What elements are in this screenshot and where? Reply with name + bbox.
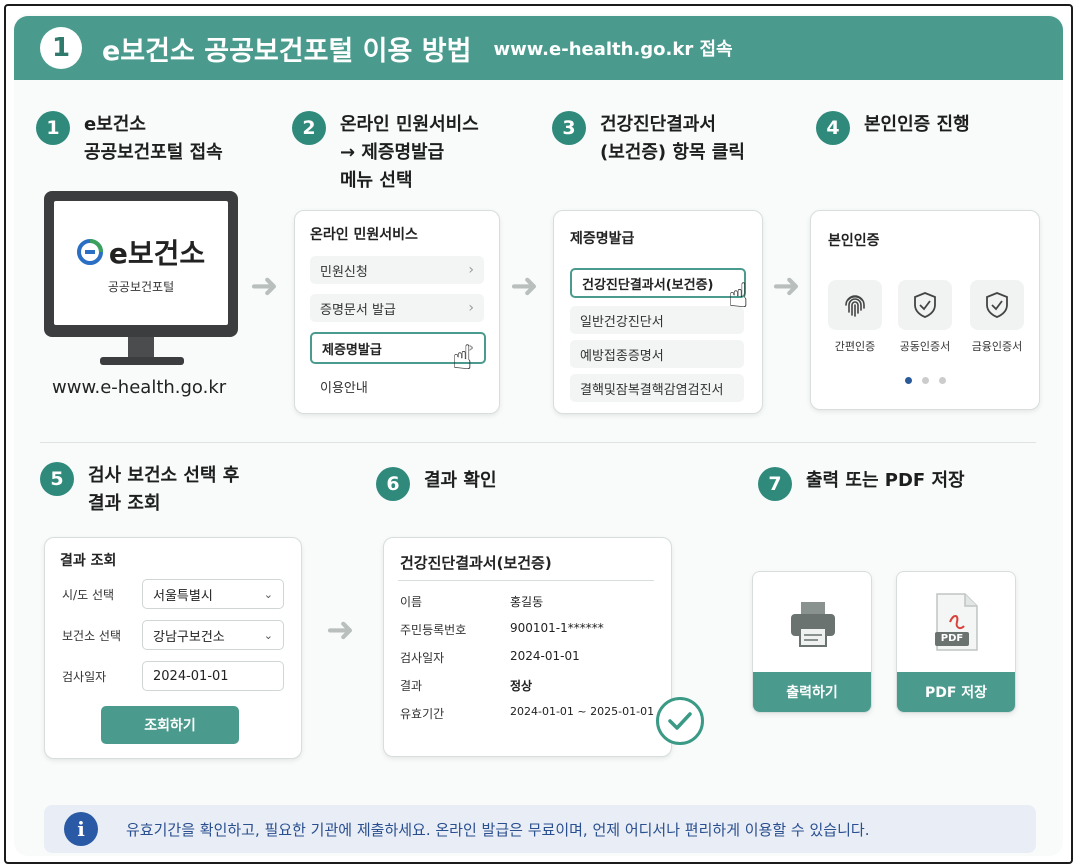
step-label-line: (보건증) 항목 클릭 bbox=[600, 142, 745, 163]
print-card[interactable]: 출력하기 bbox=[752, 571, 872, 713]
arrow-right-icon: ➜ bbox=[250, 266, 279, 306]
result-key: 주민등록번호 bbox=[400, 623, 467, 637]
step-7-heading: 7 출력 또는 PDF 저장 bbox=[758, 467, 965, 501]
query-button[interactable]: 조회하기 bbox=[101, 706, 239, 744]
info-text: 유효기간을 확인하고, 필요한 기관에 제출하세요. 온라인 발급은 무료이며,… bbox=[126, 820, 870, 839]
info-banner: i 유효기간을 확인하고, 필요한 기관에 제출하세요. 온라인 발급은 무료이… bbox=[44, 805, 1036, 853]
field-label: 검사일자 bbox=[62, 670, 107, 684]
field-label: 보건소 선택 bbox=[62, 629, 122, 643]
pdf-save-button[interactable]: PDF 저장 bbox=[897, 672, 1015, 712]
step-label-line: 결과 확인 bbox=[424, 470, 497, 491]
step-2-heading: 2 온라인 민원서비스 → 제증명발급 메뉴 선택 bbox=[292, 111, 479, 195]
header-number-badge: 1 bbox=[40, 27, 82, 69]
step-6-heading: 6 결과 확인 bbox=[376, 467, 497, 501]
auth-option-label: 금융인증서 bbox=[971, 340, 1023, 353]
site-url[interactable]: www.e-health.go.kr bbox=[52, 377, 226, 398]
pointer-hand-icon: ☝ bbox=[452, 338, 473, 378]
shield-check-icon[interactable] bbox=[898, 280, 952, 330]
result-title: 건강진단결과서(보건증) bbox=[400, 554, 552, 572]
step-number: 5 bbox=[40, 462, 74, 496]
chevron-down-icon: ⌄ bbox=[263, 587, 273, 601]
logo-subtitle: 공공보건포털 bbox=[107, 279, 175, 294]
menu-item-apply[interactable]: 민원신청 › bbox=[310, 256, 484, 284]
auth-option-label: 공동인증서 bbox=[899, 340, 951, 353]
result-key: 결과 bbox=[400, 679, 423, 693]
pdf-badge: PDF bbox=[940, 633, 964, 644]
panel-title: 본인인증 bbox=[828, 233, 880, 249]
step-label-line: 메뉴 선택 bbox=[340, 170, 413, 191]
shield-check-icon[interactable] bbox=[970, 280, 1024, 330]
panel-title: 제증명발급 bbox=[570, 231, 635, 247]
field-label: 시/도 선택 bbox=[62, 588, 115, 602]
health-center-select[interactable]: 강남구보건소 ⌄ bbox=[142, 620, 284, 650]
province-select[interactable]: 서울특별시 ⌄ bbox=[142, 579, 284, 609]
menu-item-doc-issue[interactable]: 증명문서 발급 › bbox=[310, 294, 484, 322]
cert-item-vaccine[interactable]: 예방접종증명서 bbox=[570, 340, 744, 368]
carousel-dot[interactable] bbox=[922, 377, 929, 384]
fingerprint-icon[interactable] bbox=[828, 280, 882, 330]
logo-text: e보건소 bbox=[108, 236, 206, 270]
cert-item-health[interactable]: 건강진단결과서(보건증) bbox=[570, 268, 746, 298]
eboguenso-logo: e보건소 bbox=[76, 232, 206, 272]
section-divider bbox=[40, 442, 1036, 443]
chevron-right-icon: › bbox=[468, 300, 474, 316]
carousel-dot-active[interactable] bbox=[905, 377, 912, 384]
step-label-line: 건강진단결과서 bbox=[600, 114, 716, 135]
step-label-line: → 제증명발급 bbox=[340, 142, 445, 163]
monitor-stand bbox=[128, 337, 154, 359]
header-bar: 1 e보건소 공공보건포털 이용 방법 www.e-health.go.kr 접… bbox=[14, 16, 1063, 80]
panel-title: 온라인 민원서비스 bbox=[310, 227, 418, 243]
auth-option-label: 간편인증 bbox=[834, 340, 876, 353]
step-label-line: 결과 조회 bbox=[88, 493, 161, 514]
print-button[interactable]: 출력하기 bbox=[753, 672, 871, 712]
step-label-line: e보건소 bbox=[84, 114, 146, 135]
result-value: 정상 bbox=[510, 679, 533, 693]
result-value: 2024-01-01 ~ 2025-01-01 bbox=[510, 705, 655, 718]
step-label-line: 출력 또는 PDF 저장 bbox=[806, 470, 965, 491]
step-1-heading: 1 e보건소 공공보건포털 접속 bbox=[36, 111, 223, 167]
step-4-heading: 4 본인인증 진행 bbox=[816, 111, 970, 145]
header-subtitle: www.e-health.go.kr 접속 bbox=[493, 39, 733, 60]
e-logo-icon bbox=[76, 238, 103, 265]
pdf-card[interactable]: PDF PDF 저장 bbox=[896, 571, 1016, 713]
pointer-hand-icon: ☝ bbox=[728, 276, 749, 316]
arrow-right-icon: ➜ bbox=[772, 266, 801, 306]
step-number: 7 bbox=[758, 467, 792, 501]
step-label-line: 공공보건포털 접속 bbox=[84, 142, 223, 163]
result-value: 홍길동 bbox=[510, 595, 544, 609]
result-key: 유효기간 bbox=[400, 707, 445, 721]
info-icon: i bbox=[64, 812, 98, 846]
step-number: 1 bbox=[36, 111, 70, 145]
monitor-screen: e보건소 공공보건포털 bbox=[54, 201, 228, 325]
page-title: e보건소 공공보건포털 이용 방법 bbox=[102, 35, 472, 67]
check-icon bbox=[656, 697, 704, 745]
printer-icon bbox=[791, 602, 835, 647]
step-5-heading: 5 검사 보건소 선택 후 결과 조회 bbox=[40, 462, 239, 518]
step-number: 3 bbox=[552, 111, 586, 145]
step-number: 4 bbox=[816, 111, 850, 145]
step-label-line: 검사 보건소 선택 후 bbox=[88, 465, 240, 486]
exam-date-input[interactable]: 2024-01-01 bbox=[142, 661, 284, 691]
cert-item-tb[interactable]: 결핵및잠복결핵감염검진서 bbox=[570, 374, 744, 402]
arrow-right-icon: ➜ bbox=[510, 266, 539, 306]
monitor-base bbox=[100, 357, 184, 365]
step-label-line: 본인인증 진행 bbox=[864, 114, 970, 135]
monitor-illustration: e보건소 공공보건포털 bbox=[44, 191, 238, 337]
cert-item-general[interactable]: 일반건강진단서 bbox=[570, 306, 744, 334]
panel-title: 결과 조회 bbox=[60, 553, 117, 569]
carousel-dot[interactable] bbox=[939, 377, 946, 384]
result-divider bbox=[398, 580, 654, 581]
result-value: 900101-1****** bbox=[510, 621, 604, 635]
step-label-line: 온라인 민원서비스 bbox=[340, 114, 479, 135]
result-key: 이름 bbox=[400, 595, 423, 609]
chevron-right-icon: › bbox=[468, 262, 474, 278]
arrow-right-icon: ➜ bbox=[326, 610, 355, 650]
step-3-heading: 3 건강진단결과서 (보건증) 항목 클릭 bbox=[552, 111, 745, 167]
chevron-down-icon: ⌄ bbox=[263, 628, 273, 642]
step-number: 6 bbox=[376, 467, 410, 501]
result-key: 검사일자 bbox=[400, 651, 445, 665]
result-value: 2024-01-01 bbox=[510, 649, 580, 663]
step-number: 2 bbox=[292, 111, 326, 145]
